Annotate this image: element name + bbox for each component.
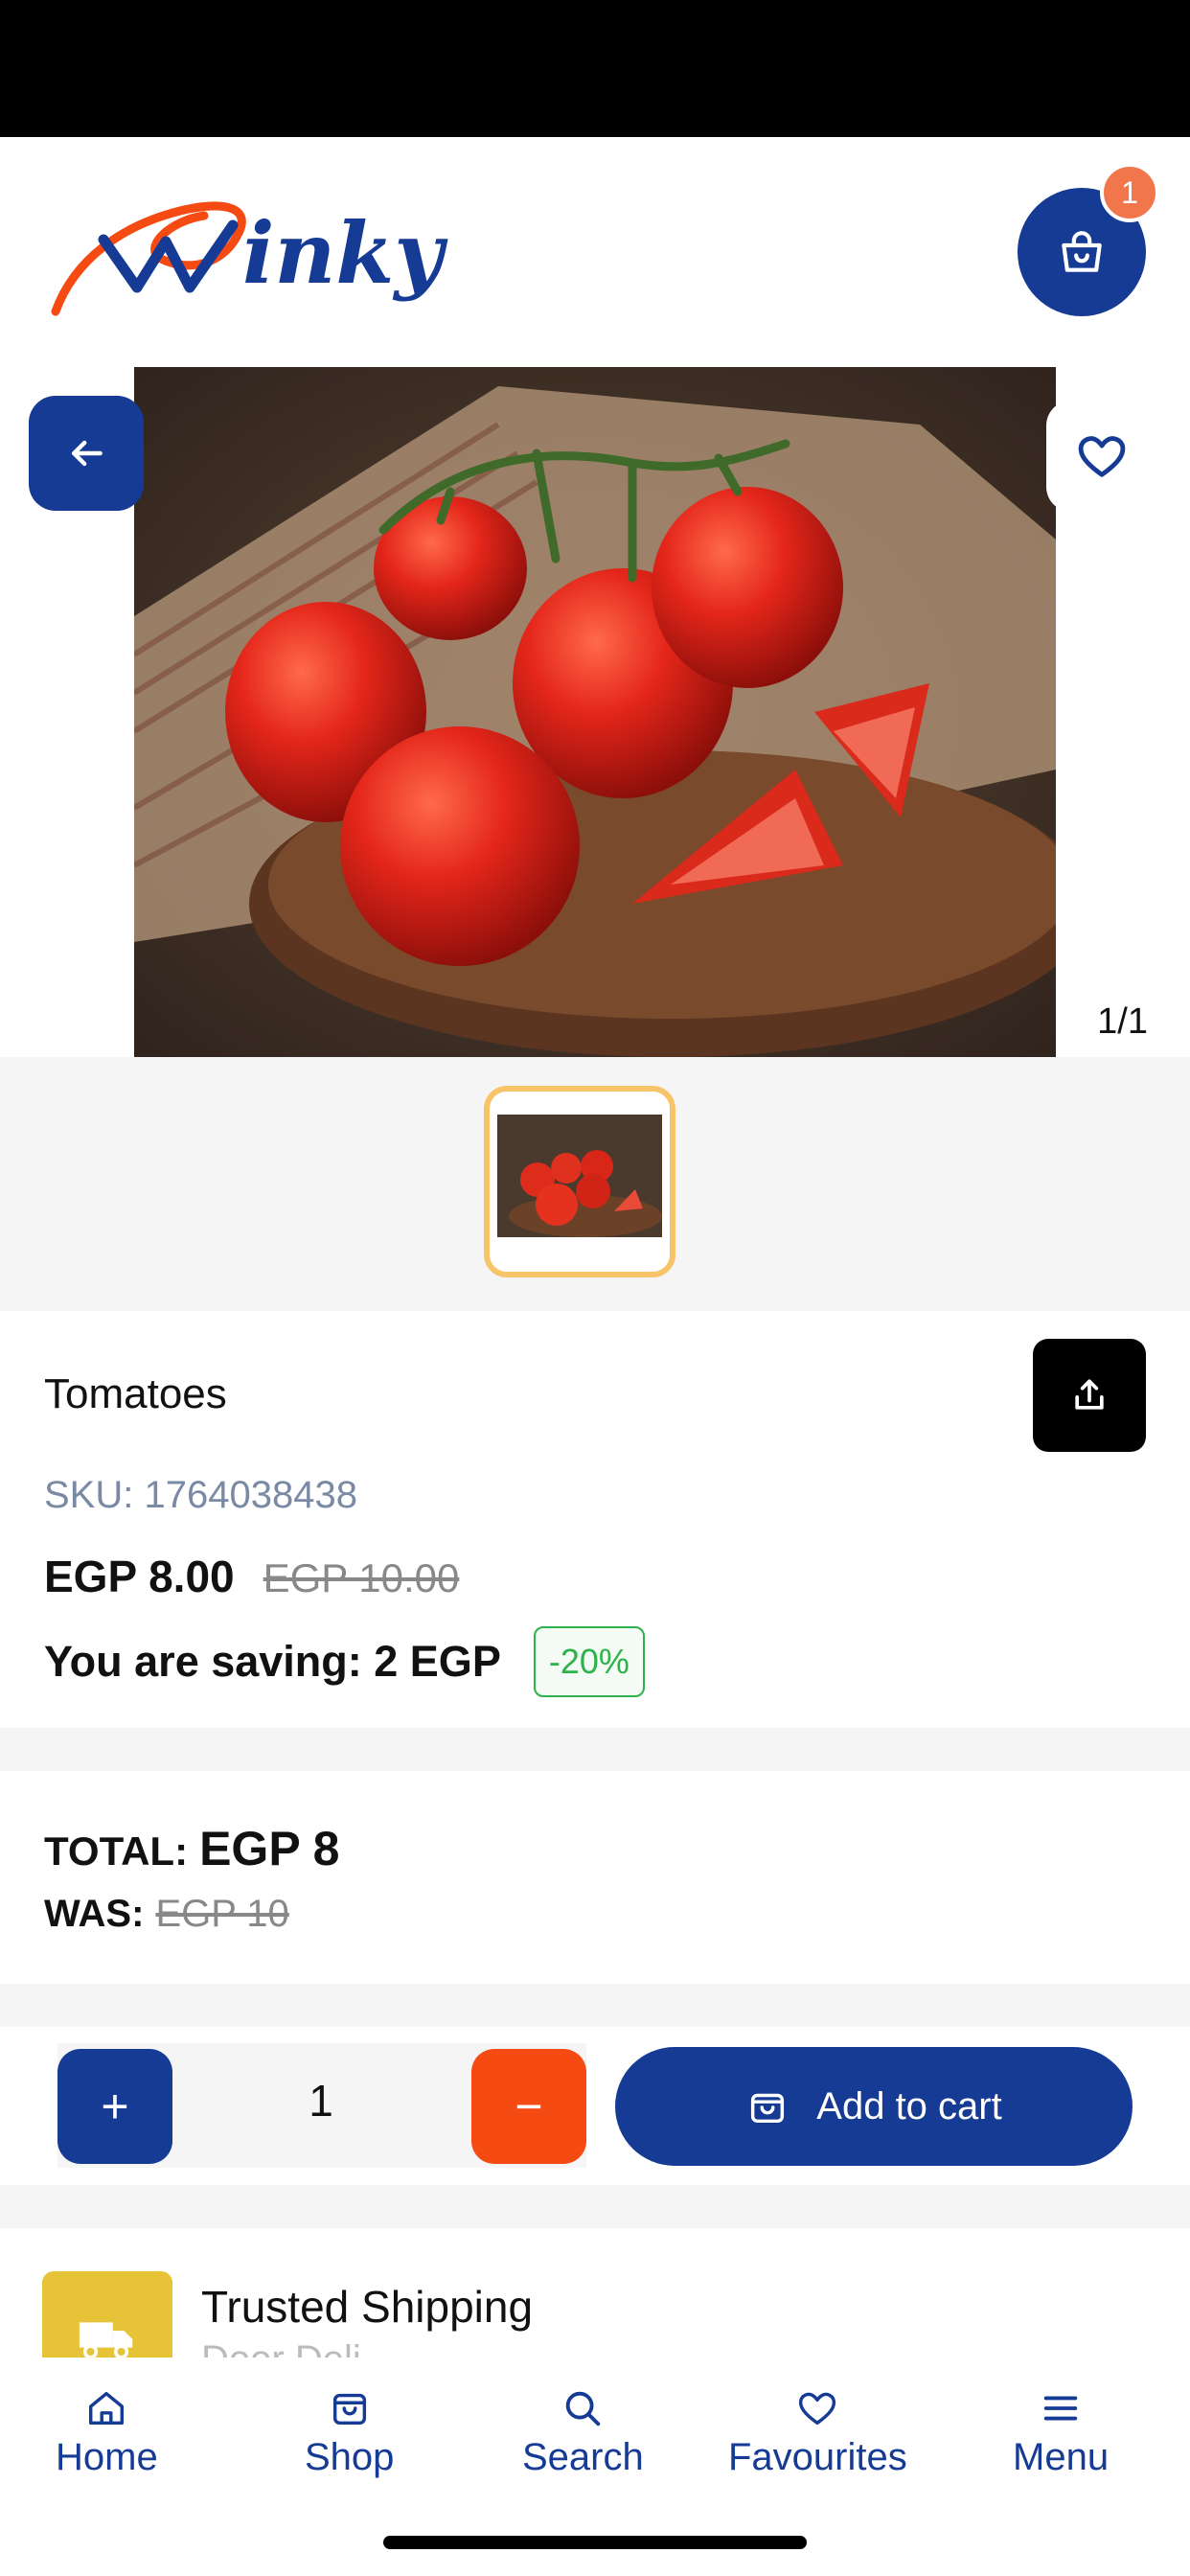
price-row: EGP 8.00 EGP 10.00	[44, 1551, 459, 1602]
add-to-cart-label: Add to cart	[816, 2084, 1002, 2128]
favourite-button[interactable]	[1046, 401, 1157, 512]
heart-icon	[799, 2392, 836, 2426]
sku-label: SKU:	[44, 1474, 134, 1516]
svg-text:inky: inky	[242, 203, 448, 303]
image-counter: 1/1	[1097, 1001, 1148, 1042]
nav-home[interactable]: Home	[56, 2386, 158, 2479]
discount-badge: -20%	[533, 1626, 645, 1697]
shipping-title: Trusted Shipping	[201, 2282, 534, 2332]
increase-quantity-button[interactable]: +	[57, 2049, 172, 2164]
thumbnail-image	[490, 1092, 670, 1272]
sku-value: 1764038438	[144, 1474, 357, 1516]
was-label: WAS:	[44, 1893, 145, 1935]
was-line: WAS: EGP 10	[44, 1893, 289, 1936]
original-price: EGP 10.00	[263, 1555, 460, 1600]
saving-text: You are saving: 2 EGP	[44, 1637, 501, 1686]
shopping-bag-icon	[332, 2393, 366, 2426]
product-thumbnail[interactable]	[484, 1086, 675, 1277]
home-indicator[interactable]	[383, 2536, 807, 2549]
shipping-info	[0, 2228, 1190, 2358]
nav-favourites[interactable]: Favourites	[728, 2386, 907, 2479]
product-image[interactable]	[134, 367, 1056, 1057]
nav-menu[interactable]: Menu	[1013, 2386, 1109, 2479]
search-icon	[566, 2391, 601, 2426]
product-name: Tomatoes	[44, 1370, 227, 1417]
cart-bag-icon	[751, 2093, 785, 2124]
saving-row: You are saving: 2 EGP -20%	[44, 1626, 645, 1697]
shopping-bag-icon	[1062, 231, 1102, 272]
status-bar	[0, 0, 1190, 137]
total-value: EGP 8	[199, 1822, 340, 1875]
quantity-value: 1	[309, 2076, 333, 2126]
was-value: EGP 10	[155, 1893, 289, 1935]
total-line: TOTAL: EGP 8	[44, 1821, 339, 1876]
nav-shop-label: Shop	[305, 2436, 395, 2478]
back-button[interactable]	[29, 396, 144, 511]
section-divider	[0, 2185, 1190, 2228]
winky-logo[interactable]: inky	[46, 182, 458, 335]
section-divider	[0, 1984, 1190, 2027]
menu-icon	[1043, 2396, 1078, 2421]
nav-favourites-label: Favourites	[728, 2436, 907, 2478]
arrow-left-icon	[71, 440, 103, 467]
nav-home-label: Home	[56, 2436, 158, 2478]
section-divider	[0, 1728, 1190, 1771]
nav-search[interactable]: Search	[522, 2386, 644, 2479]
nav-menu-label: Menu	[1013, 2436, 1110, 2478]
add-to-cart-button[interactable]: Add to cart	[615, 2047, 1133, 2166]
share-button[interactable]	[1033, 1339, 1146, 1452]
totals-panel	[0, 1771, 1190, 1984]
nav-shop[interactable]: Shop	[305, 2386, 394, 2479]
current-price: EGP 8.00	[44, 1552, 235, 1601]
nav-search-label: Search	[522, 2436, 644, 2478]
home-icon	[89, 2391, 125, 2426]
sku-line: SKU: 1764038438	[44, 1474, 357, 1517]
heart-icon	[1078, 436, 1126, 477]
cart-count-badge: 1	[1100, 163, 1159, 222]
share-icon	[1075, 1379, 1104, 1410]
decrease-quantity-button[interactable]: −	[471, 2049, 586, 2164]
total-label: TOTAL:	[44, 1828, 189, 1874]
